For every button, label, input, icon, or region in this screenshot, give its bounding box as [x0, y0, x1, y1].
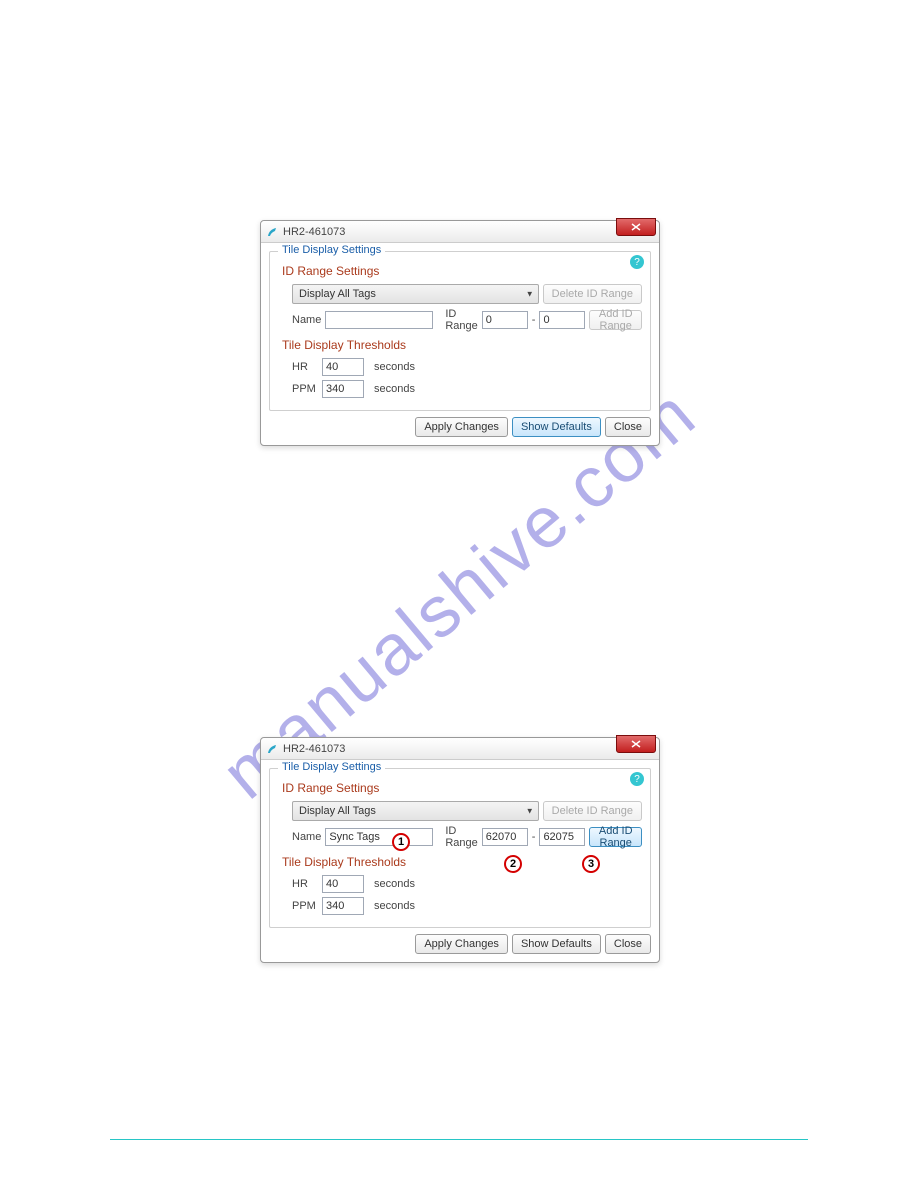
apply-changes-button[interactable]: Apply Changes	[415, 417, 508, 437]
window-title: HR2-461073	[283, 226, 345, 238]
callout-2: 2	[504, 855, 522, 873]
name-range-row: Name ID Range - Add ID Range	[278, 308, 642, 332]
id-range-row: Display All Tags ▼ Delete ID Range	[278, 801, 642, 821]
id-range-settings-title: ID Range Settings	[282, 264, 642, 278]
name-range-row: Name ID Range - Add ID Range	[278, 825, 642, 849]
display-tags-combo[interactable]: Display All Tags ▼	[292, 801, 539, 821]
hr-label: HR	[292, 361, 318, 373]
id-range-to-input[interactable]	[539, 828, 585, 846]
ppm-label: PPM	[292, 900, 318, 912]
ppm-unit: seconds	[374, 383, 415, 395]
hr-unit: seconds	[374, 878, 415, 890]
dialog-footer: Apply Changes Show Defaults Close	[269, 411, 651, 437]
window-title: HR2-461073	[283, 743, 345, 755]
show-defaults-button[interactable]: Show Defaults	[512, 934, 601, 954]
close-button[interactable]: Close	[605, 417, 651, 437]
hr-label: HR	[292, 878, 318, 890]
name-label: Name	[292, 314, 321, 326]
callout-1: 1	[392, 833, 410, 851]
app-icon	[265, 742, 279, 756]
tile-display-settings-fieldset: Tile Display Settings ? ID Range Setting…	[269, 251, 651, 411]
ppm-label: PPM	[292, 383, 318, 395]
page-footer-divider	[110, 1139, 808, 1140]
range-dash: -	[532, 831, 536, 843]
ppm-threshold-row: PPM seconds	[278, 380, 642, 398]
apply-changes-button[interactable]: Apply Changes	[415, 934, 508, 954]
window-close-button[interactable]	[616, 218, 656, 236]
name-input[interactable]	[325, 311, 433, 329]
help-icon[interactable]: ?	[630, 255, 644, 269]
hr-input[interactable]	[322, 875, 364, 893]
chevron-down-icon: ▼	[526, 290, 534, 299]
help-icon[interactable]: ?	[630, 772, 644, 786]
id-range-row: Display All Tags ▼ Delete ID Range	[278, 284, 642, 304]
chevron-down-icon: ▼	[526, 807, 534, 816]
fieldset-legend: Tile Display Settings	[278, 761, 385, 773]
titlebar: HR2-461073	[261, 738, 659, 760]
callout-3: 3	[582, 855, 600, 873]
app-icon	[265, 225, 279, 239]
hr-input[interactable]	[322, 358, 364, 376]
id-range-label: ID Range	[445, 825, 477, 849]
id-range-settings-title: ID Range Settings	[282, 781, 642, 795]
range-dash: -	[532, 314, 536, 326]
id-range-from-input[interactable]	[482, 311, 528, 329]
window-close-button[interactable]	[616, 735, 656, 753]
combo-value: Display All Tags	[299, 288, 376, 300]
tile-display-thresholds-title: Tile Display Thresholds	[282, 338, 642, 352]
name-label: Name	[292, 831, 321, 843]
id-range-to-input[interactable]	[539, 311, 585, 329]
delete-id-range-button[interactable]: Delete ID Range	[543, 801, 642, 821]
close-button[interactable]: Close	[605, 934, 651, 954]
ppm-threshold-row: PPM seconds	[278, 897, 642, 915]
dialog-tile-display-2: HR2-461073 Tile Display Settings ? ID Ra…	[260, 737, 660, 963]
hr-threshold-row: HR seconds	[278, 875, 642, 893]
delete-id-range-button[interactable]: Delete ID Range	[543, 284, 642, 304]
dialog-footer: Apply Changes Show Defaults Close	[269, 928, 651, 954]
titlebar: HR2-461073	[261, 221, 659, 243]
name-input[interactable]	[325, 828, 433, 846]
ppm-unit: seconds	[374, 900, 415, 912]
combo-value: Display All Tags	[299, 805, 376, 817]
display-tags-combo[interactable]: Display All Tags ▼	[292, 284, 539, 304]
hr-threshold-row: HR seconds	[278, 358, 642, 376]
ppm-input[interactable]	[322, 380, 364, 398]
dialog-tile-display-1: HR2-461073 Tile Display Settings ? ID Ra…	[260, 220, 660, 446]
hr-unit: seconds	[374, 361, 415, 373]
fieldset-legend: Tile Display Settings	[278, 244, 385, 256]
id-range-label: ID Range	[445, 308, 477, 332]
ppm-input[interactable]	[322, 897, 364, 915]
show-defaults-button[interactable]: Show Defaults	[512, 417, 601, 437]
id-range-from-input[interactable]	[482, 828, 528, 846]
dialog-body: Tile Display Settings ? ID Range Setting…	[261, 243, 659, 445]
add-id-range-button[interactable]: Add ID Range	[589, 310, 642, 330]
tile-display-settings-fieldset: Tile Display Settings ? ID Range Setting…	[269, 768, 651, 928]
add-id-range-button[interactable]: Add ID Range	[589, 827, 642, 847]
